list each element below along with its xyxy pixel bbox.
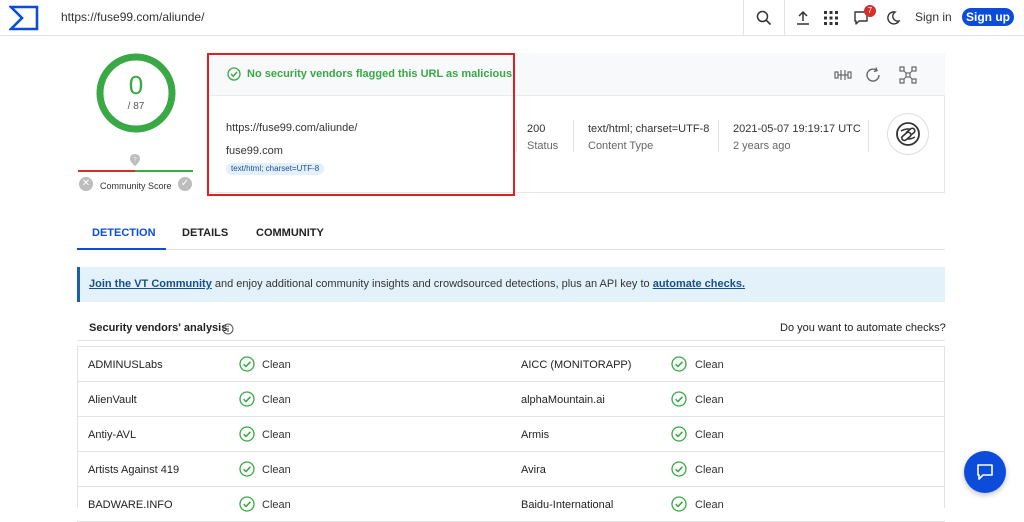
vendor-result: Clean [262, 499, 291, 511]
tab-details[interactable]: DETAILS [182, 227, 228, 239]
vendor-row [77, 417, 945, 452]
search-icon[interactable] [754, 8, 774, 28]
website-type-badge [887, 113, 929, 155]
reanalyze-icon[interactable] [864, 66, 882, 84]
automate-checks-prompt[interactable]: Do you want to automate checks? [780, 322, 946, 334]
clean-check-icon [671, 391, 687, 407]
vendor-row [77, 382, 945, 417]
vendor-name: Baidu-International [521, 499, 614, 511]
tab-detection[interactable]: DETECTION [92, 227, 156, 239]
vendor-row [77, 452, 945, 487]
vendor-result: Clean [262, 429, 291, 441]
clean-check-icon [239, 356, 255, 372]
content-type-label: Content Type [588, 140, 654, 152]
graph-view-icon[interactable] [834, 66, 852, 84]
join-community-link[interactable]: Join the VT Community [89, 278, 212, 290]
vote-harmless-icon[interactable]: ✓ [178, 177, 192, 191]
vendor-name: Antiy-AVL [88, 429, 137, 441]
vendor-name: AlienVault [88, 394, 137, 406]
toolbar-divider [784, 0, 785, 36]
sign-in-link[interactable]: Sign in [915, 10, 952, 24]
web-link-icon [896, 122, 920, 146]
vendor-name: Armis [521, 429, 550, 441]
vendor-result: Clean [262, 359, 291, 371]
url-bar-text[interactable]: https://fuse99.com/aliunde/ [61, 10, 204, 24]
vendor-name: alphaMountain.ai [521, 394, 605, 406]
vendor-result: Clean [695, 359, 724, 371]
community-info-middle: and enjoy additional community insights … [211, 278, 653, 290]
upload-icon[interactable] [793, 8, 813, 28]
vendor-name: AICC (MONITORAPP) [521, 359, 632, 371]
vendor-row [77, 487, 945, 522]
vendor-name: Avira [521, 464, 546, 476]
detection-score-value: 0 [128, 70, 144, 100]
vendor-row [77, 347, 945, 382]
vendor-result: Clean [262, 394, 291, 406]
vendor-result: Clean [262, 464, 291, 476]
chat-icon [977, 464, 993, 480]
community-score-marker-icon: ? [130, 154, 140, 166]
stat-divider [573, 120, 574, 152]
stat-divider [718, 120, 719, 152]
last-analysis-date: 2021-05-07 19:19:17 UTC [733, 123, 861, 135]
status-label: Status [527, 140, 559, 152]
virustotal-logo-icon[interactable] [9, 5, 39, 31]
community-score-label: Community Score [100, 181, 172, 191]
vendor-name: BADWARE.INFO [88, 499, 173, 511]
notification-count-badge: 7 [864, 5, 876, 17]
clean-check-icon [671, 426, 687, 442]
vendors-section-title: Security vendors' analysis [89, 322, 228, 334]
stat-divider [516, 120, 517, 152]
vendor-name: ADMINUSLabs [88, 359, 163, 371]
content-type-value: text/html; charset=UTF-8 [588, 123, 710, 135]
community-score-bar-negative [78, 170, 135, 172]
vendor-result: Clean [695, 464, 724, 476]
tab-community[interactable]: COMMUNITY [256, 227, 324, 239]
community-score-bar-positive [135, 170, 193, 172]
community-info-text: Join the VT Community and enjoy addition… [89, 278, 745, 290]
clean-check-icon [671, 356, 687, 372]
toolbar-divider [743, 0, 744, 36]
clean-check-icon [671, 461, 687, 477]
apps-grid-icon[interactable] [821, 8, 841, 28]
clean-check-icon [239, 426, 255, 442]
vendor-name: Artists Against 419 [88, 464, 180, 476]
top-bar: https://fuse99.com/aliunde/ 7 Sign in Si… [0, 0, 1024, 36]
vote-malicious-icon[interactable]: ✕ [79, 177, 93, 191]
sign-up-button[interactable]: Sign up [962, 8, 1014, 26]
highlight-box [207, 53, 515, 196]
clean-check-icon [239, 496, 255, 512]
clean-check-icon [239, 461, 255, 477]
dark-mode-icon[interactable] [883, 8, 903, 28]
chat-button[interactable] [964, 451, 1006, 493]
similar-icon[interactable] [899, 66, 917, 84]
vendor-result: Clean [695, 394, 724, 406]
stat-divider [868, 120, 869, 152]
last-analysis-relative: 2 years ago [733, 140, 791, 152]
status-value: 200 [527, 123, 546, 135]
clean-check-icon [239, 391, 255, 407]
vendor-result: Clean [695, 499, 724, 511]
clean-check-icon [671, 496, 687, 512]
vendor-result: Clean [695, 429, 724, 441]
active-tab-indicator [77, 248, 166, 250]
detection-score-total: / 87 [127, 101, 145, 112]
automate-checks-link[interactable]: automate checks. [653, 278, 745, 290]
info-icon[interactable] [222, 323, 234, 335]
